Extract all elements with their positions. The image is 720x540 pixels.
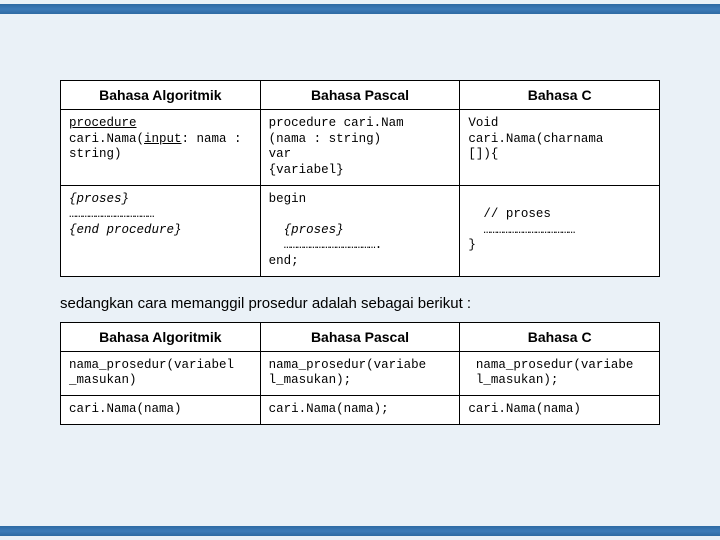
- col-header-c: Bahasa C: [460, 81, 660, 110]
- inter-text: sedangkan cara memanggil prosedur adalah…: [60, 295, 660, 312]
- text: {proses}: [284, 223, 344, 237]
- table-row: cari.Nama(nama) cari.Nama(nama); cari.Na…: [61, 395, 660, 424]
- text: _masukan): [69, 373, 137, 387]
- text: []){: [468, 147, 498, 161]
- col-header-c: Bahasa C: [460, 322, 660, 351]
- cell-c-body: // proses …………………………………… }: [460, 185, 660, 276]
- text: }: [468, 238, 476, 252]
- text: nama_prosedur(variabel: [69, 358, 234, 372]
- cell-c-call1: nama_prosedur(variabe l_masukan);: [460, 351, 660, 395]
- bottom-border-band: [0, 526, 720, 536]
- text: // proses: [483, 207, 551, 221]
- cell-c-decl: Void cari.Nama(charnama []){: [460, 110, 660, 186]
- cell-pascal-call1: nama_prosedur(variabe l_masukan);: [260, 351, 460, 395]
- table-row: nama_prosedur(variabel _masukan) nama_pr…: [61, 351, 660, 395]
- cell-algo-body: {proses} ………………………………… {end procedure}: [61, 185, 261, 276]
- text: cari.Nama(: [69, 132, 144, 146]
- table-header-row: Bahasa Algoritmik Bahasa Pascal Bahasa C: [61, 81, 660, 110]
- text: {end procedure}: [69, 223, 182, 237]
- calling-table: Bahasa Algoritmik Bahasa Pascal Bahasa C…: [60, 322, 660, 425]
- col-header-pascal: Bahasa Pascal: [260, 322, 460, 351]
- text: var: [269, 147, 292, 161]
- table-header-row: Bahasa Algoritmik Bahasa Pascal Bahasa C: [61, 322, 660, 351]
- text: : nama :: [182, 132, 242, 146]
- cell-pascal-call2: cari.Nama(nama);: [260, 395, 460, 424]
- text: …………………………………: [69, 207, 154, 221]
- text: procedure cari.Nam: [269, 116, 404, 130]
- text: string): [69, 147, 122, 161]
- text: cari.Nama(charnama: [468, 132, 603, 146]
- text: Void: [468, 116, 498, 130]
- table-row: procedure cari.Nama(input: nama : string…: [61, 110, 660, 186]
- text: l_masukan);: [269, 373, 352, 387]
- cell-c-call2: cari.Nama(nama): [460, 395, 660, 424]
- text: ……………………………………: [483, 223, 574, 237]
- text: l_masukan);: [476, 373, 559, 387]
- text: end;: [269, 254, 299, 268]
- text: nama_prosedur(variabe: [269, 358, 427, 372]
- keyword-procedure: procedure: [69, 116, 137, 130]
- table-row: {proses} ………………………………… {end procedure} b…: [61, 185, 660, 276]
- text: {variabel}: [269, 163, 344, 177]
- text: (nama : string): [269, 132, 382, 146]
- text: nama_prosedur(variabe: [476, 358, 634, 372]
- cell-algo-call2: cari.Nama(nama): [61, 395, 261, 424]
- text: begin: [269, 192, 307, 206]
- cell-algo-decl: procedure cari.Nama(input: nama : string…: [61, 110, 261, 186]
- text: {proses}: [69, 192, 129, 206]
- col-header-pascal: Bahasa Pascal: [260, 81, 460, 110]
- definition-table: Bahasa Algoritmik Bahasa Pascal Bahasa C…: [60, 80, 660, 277]
- cell-pascal-body: begin {proses} ……………………………………. end;: [260, 185, 460, 276]
- cell-algo-call1: nama_prosedur(variabel _masukan): [61, 351, 261, 395]
- keyword-input: input: [144, 132, 182, 146]
- col-header-algoritmik: Bahasa Algoritmik: [61, 81, 261, 110]
- top-border-band: [0, 4, 720, 14]
- content-area: Bahasa Algoritmik Bahasa Pascal Bahasa C…: [30, 40, 690, 500]
- cell-pascal-decl: procedure cari.Nam (nama : string) var {…: [260, 110, 460, 186]
- text: …………………………………….: [284, 238, 382, 252]
- col-header-algoritmik: Bahasa Algoritmik: [61, 322, 261, 351]
